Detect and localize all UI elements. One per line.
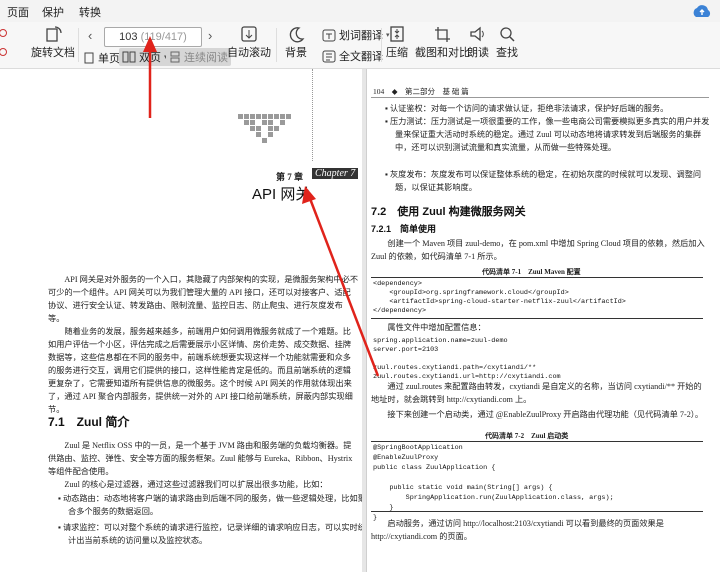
rotate-label: 旋转文档 [31,47,75,59]
list-item: ▪ 灰度发布：灰度发布可以保证整体系统的稳定，在初始灰度的时候就可以发现、调整问… [385,170,702,192]
separator [276,28,277,62]
screenshot-compare-label: 截图和对比 [415,47,470,59]
auto-scroll-icon [241,26,257,42]
list-item-text: 认证鉴权：对每一个访问的请求做认证，拒绝非法请求，保护好后端的服务。 [389,104,669,113]
section-title: 7.1 Zuul 简介 [48,415,130,429]
body-paragraph: 创建一个 Maven 项目 zuul-demo，在 pom.xml 中增加 Sp… [371,239,705,261]
compress-button[interactable]: 压缩 [386,25,408,60]
screenshot-compare-button[interactable]: 截图和对比 [415,25,470,60]
search-icon [500,27,515,42]
compress-icon [390,26,404,42]
word-translate-label: 划词翻译 [339,30,383,42]
continuous-read-icon [170,51,180,63]
single-page-button[interactable]: 单页 [84,50,120,66]
translate-icon [322,29,336,41]
body-paragraph: 接下来创建一个启动类，通过 @EnableZuulProxy 开启路由代理功能（… [387,410,704,419]
menu-protect[interactable]: 保护 [42,4,64,20]
word-translate-button[interactable]: 划词翻译 ▾ [322,27,390,43]
code-listing-caption: 代码清单 7-2 Zuul 启动类 [485,432,569,440]
cloud-sync-icon[interactable] [690,3,714,19]
menu-bar: 页面 保护 转换 [0,0,720,23]
body-paragraph: 随着业务的发展，服务越来越多，前端用户如何调用微服务就成了一个难题。比如用户评估… [48,327,353,414]
list-item-text: 压力测试：压力测试是一项很重要的工作，像一些电商公司需要模拟更多真实的用户并发量… [389,117,710,152]
list-item: ▪ 压力测试：压力测试是一项很重要的工作，像一些电商公司需要模拟更多真实的用户并… [385,117,710,152]
prev-page-button[interactable]: ‹ [88,28,92,43]
list-item-text: 动态路由：动态地将客户端的请求路由到后端不同的服务，做一些逻辑处理，比如聚合多个… [62,494,362,516]
single-page-icon [84,52,94,64]
config-code: spring.application.name=zuul-demo server… [373,337,561,381]
search-button[interactable]: 查找 [496,25,518,60]
background-label: 背景 [285,47,307,59]
code-rule [371,277,703,278]
list-item: ▪ 认证鉴权：对每一个访问的请求做认证，拒绝非法请求，保护好后端的服务。 [385,104,669,113]
chapter-pixel-graphic [238,114,291,143]
read-aloud-label: 朗读 [467,47,489,59]
dual-page-button[interactable]: 双页 ▾ [119,48,171,66]
code-listing: <dependency> <groupId>org.springframewor… [373,280,626,315]
list-item-text: 请求监控：可以对整个系统的请求进行监控，记录详细的请求响应日志，可以实时统计出当… [62,523,362,545]
body-paragraph: 启动服务，通过访问 http://localhost:2103/cxytiand… [371,519,664,541]
separator [78,28,79,62]
subsection-title: 7.2.1 简单使用 [371,224,437,234]
list-item: ▪ 请求监控：可以对整个系统的请求进行监控，记录详细的请求响应日志，可以实时统计… [58,521,362,547]
body-paragraph: 通过 zuul.routes 来配置路由转发，cxytiandi 是自定义的名称… [371,382,702,404]
chapter-rule [312,69,314,161]
list-item-text: 灰度发布：灰度发布可以保证整体系统的稳定，在初始灰度的时候就可以发现、调整问题，… [389,170,702,192]
screenshot-icon [434,27,450,42]
continuous-read-label: 连续阅读 [184,52,228,64]
menu-convert[interactable]: 转换 [79,4,101,20]
code-rule [371,441,703,442]
page-current: 103 [119,31,138,43]
section-title: 7.2 使用 Zuul 构建微服务网关 [371,206,526,218]
code-listing-caption: 代码清单 7-1 Zuul Maven 配置 [482,268,581,276]
continuous-read-button[interactable]: 连续阅读 [166,48,231,66]
chapter-number-english: Chapter 7 [312,168,359,179]
next-page-button[interactable]: › [208,28,212,43]
reader-toolbar: 旋转文档 ‹ 103 (119/417) › 单页 双页 ▾ 连续阅读 自动滚动… [0,22,720,69]
code-rule [371,511,703,512]
page-total: (119/417) [140,31,187,43]
menu-page[interactable]: 页面 [7,4,29,20]
right-page: 104 ◆ 第二部分 基 础 篇 ▪ 认证鉴权：对每一个访问的请求做认证，拒绝非… [366,69,720,572]
body-paragraph: API 网关是对外服务的一个入口，其隐藏了内部架构的实现，是微服务架构中必不可少… [48,275,359,323]
body-paragraph: 属性文件中增加配置信息： [387,323,486,332]
compress-label: 压缩 [386,47,408,59]
zoom-in-icon[interactable] [0,28,10,40]
page-number-input[interactable]: 103 (119/417) [104,27,202,47]
auto-scroll-button[interactable]: 自动滚动 [227,25,271,60]
document-viewport[interactable]: 第 7 章 Chapter 7 API 网关 API 网关是对外服务的一个入口，… [0,69,720,572]
read-aloud-button[interactable]: 朗读 [467,25,489,60]
search-label: 查找 [496,47,518,59]
separator [381,28,382,62]
rotate-button[interactable]: 旋转文档 [31,25,75,60]
left-page: 第 7 章 Chapter 7 API 网关 API 网关是对外服务的一个入口，… [0,69,362,572]
chapter-number: 第 7 章 [276,172,304,182]
zoom-out-icon[interactable] [0,47,10,59]
header-rule [371,97,709,98]
rotate-icon [46,26,62,42]
dual-page-label: 双页 [139,52,161,64]
code-rule [371,318,703,319]
list-item: ▪ 动态路由：动态地将客户端的请求路由到后端不同的服务，做一些逻辑处理，比如聚合… [58,492,362,518]
fulltext-translate-label: 全文翻译 [339,51,383,63]
auto-scroll-label: 自动滚动 [227,47,271,59]
moon-icon [289,27,305,43]
page-header: 104 ◆ 第二部分 基 础 篇 [373,87,469,96]
speaker-icon [470,26,484,42]
fulltext-translate-icon [322,50,336,62]
single-page-label: 单页 [98,53,120,65]
chapter-title: API 网关 [252,186,311,203]
fulltext-translate-button[interactable]: 全文翻译 [322,48,383,64]
background-button[interactable]: 背景 [285,25,307,60]
body-paragraph: Zuul 的核心是过滤器，通过这些过滤器我们可以扩展出很多功能，比如： [64,480,328,489]
dual-page-icon [122,51,136,63]
body-paragraph: Zuul 是 Netflix OSS 中的一员，是一个基于 JVM 路由和服务端… [48,441,353,476]
